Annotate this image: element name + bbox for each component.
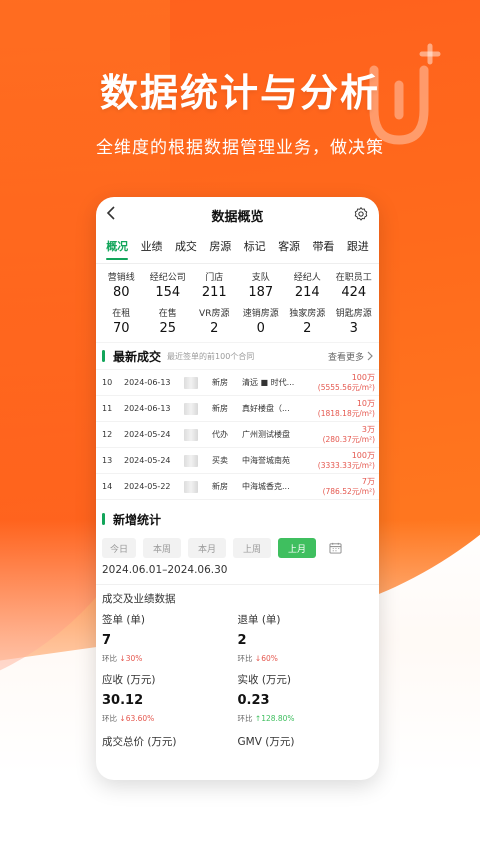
tab-clients[interactable]: 客源	[272, 238, 306, 254]
stat-item[interactable]: 经纪人 214	[284, 270, 331, 300]
stat-item[interactable]: 门店 211	[191, 270, 238, 300]
calendar-icon[interactable]	[329, 542, 342, 554]
stat-item[interactable]: 钥匙房源 3	[331, 306, 378, 336]
performance-bottom-row: 成交总价 (万元) GMV (万元)	[96, 724, 379, 749]
redacted-field	[184, 480, 198, 493]
section-title: 最新成交	[113, 349, 162, 364]
overview-stats: 营销线 80 经纪公司 154 门店 211 支队 187 经纪人 214 在职员工 424…	[96, 264, 379, 336]
stat-item[interactable]: 营销线 80	[98, 270, 145, 300]
tab-bar: 概况 业绩 成交 房源 标记 客源 带看 跟进	[96, 233, 379, 259]
chevron-right-icon	[367, 351, 373, 361]
stat-item[interactable]: VR房源 2	[191, 306, 238, 336]
tab-tags[interactable]: 标记	[238, 238, 272, 254]
stat-item[interactable]: 独家房源 2	[284, 306, 331, 336]
list-item[interactable]: 14 2024-05-22 新房 中海城香克... 7万 (786.52元/m²)	[96, 474, 379, 500]
stat-item[interactable]: 在职员工 424	[331, 270, 378, 300]
latest-deals-header: 最新成交 最近签单的前100个合同 查看更多	[96, 342, 379, 370]
chevron-left-icon[interactable]	[106, 205, 120, 225]
deal-list: 10 2024-06-13 新房 清远 ■ 时代... 100万 (5555.56…	[96, 370, 379, 500]
page-title: 数据概览	[211, 209, 264, 225]
list-item[interactable]: 10 2024-06-13 新房 清远 ■ 时代... 100万 (5555.56…	[96, 370, 379, 396]
tab-viewings[interactable]: 带看	[306, 238, 340, 254]
nav-bar: 数据概览	[96, 197, 379, 233]
date-range: 2024.06.01–2024.06.30	[102, 564, 228, 576]
date-filter-bar: 今日 本周 本月 上周 上月	[96, 532, 379, 558]
filter-today[interactable]: 今日	[102, 538, 136, 558]
metric-received[interactable]: 实收 (万元) 0.23 环比 ↑128.80%	[238, 672, 374, 724]
filter-last-week[interactable]: 上周	[233, 538, 271, 558]
section-subtitle: 最近签单的前100个合同	[167, 351, 255, 361]
tab-followups[interactable]: 跟进	[341, 238, 375, 254]
view-more-link[interactable]: 查看更多	[328, 350, 373, 363]
section-accent-bar	[102, 350, 105, 362]
metric-receivable[interactable]: 应收 (万元) 30.12 环比 ↓63.60%	[102, 672, 238, 724]
redacted-field	[184, 428, 198, 441]
metric-gmv-label[interactable]: GMV (万元)	[238, 734, 374, 749]
performance-title: 成交及业绩数据	[102, 593, 176, 605]
section-accent-bar	[102, 513, 105, 525]
stat-item[interactable]: 在租 70	[98, 306, 145, 336]
stat-item[interactable]: 在售 25	[145, 306, 192, 336]
metric-total-price-label[interactable]: 成交总价 (万元)	[102, 734, 238, 749]
filter-this-week[interactable]: 本周	[143, 538, 181, 558]
gear-icon[interactable]	[353, 206, 369, 222]
filter-this-month[interactable]: 本月	[188, 538, 226, 558]
tab-overview[interactable]: 概况	[100, 238, 134, 254]
phone-screen: 数据概览 概况 业绩 成交 房源 标记 客源 带看 跟进 营销线 80 经纪公司 1…	[96, 197, 379, 780]
section-title: 新增统计	[113, 512, 162, 527]
metric-refunded[interactable]: 退单 (单) 2 环比 ↓60%	[238, 612, 374, 664]
redacted-field	[184, 376, 198, 389]
new-stats-header: 新增统计	[96, 506, 379, 532]
metric-signed[interactable]: 签单 (单) 7 环比 ↓30%	[102, 612, 238, 664]
promo-headline: 数据统计与分析	[99, 71, 380, 115]
tab-listings[interactable]: 房源	[203, 238, 237, 254]
redacted-field	[184, 402, 198, 415]
tab-deals[interactable]: 成交	[169, 238, 203, 254]
stat-item[interactable]: 支队 187	[238, 270, 285, 300]
redacted-field	[184, 454, 198, 467]
list-item[interactable]: 11 2024-06-13 新房 真好楼盘（... 10万 (1818.18元/m…	[96, 396, 379, 422]
list-item[interactable]: 12 2024-05-24 代办 广州测试楼盘 3万 (280.37元/m²)	[96, 422, 379, 448]
filter-last-month[interactable]: 上月	[278, 538, 316, 558]
tab-performance[interactable]: 业绩	[134, 238, 168, 254]
promo-subline: 全维度的根据数据管理业务，做决策	[96, 138, 384, 158]
stat-item[interactable]: 速销房源 0	[238, 306, 285, 336]
performance-grid: 签单 (单) 7 环比 ↓30% 退单 (单) 2 环比 ↓60% 应收 (万元…	[96, 606, 379, 724]
list-item[interactable]: 13 2024-05-24 买卖 中海誉城南苑 100万 (3333.33元/m²…	[96, 448, 379, 474]
stat-item[interactable]: 经纪公司 154	[145, 270, 192, 300]
